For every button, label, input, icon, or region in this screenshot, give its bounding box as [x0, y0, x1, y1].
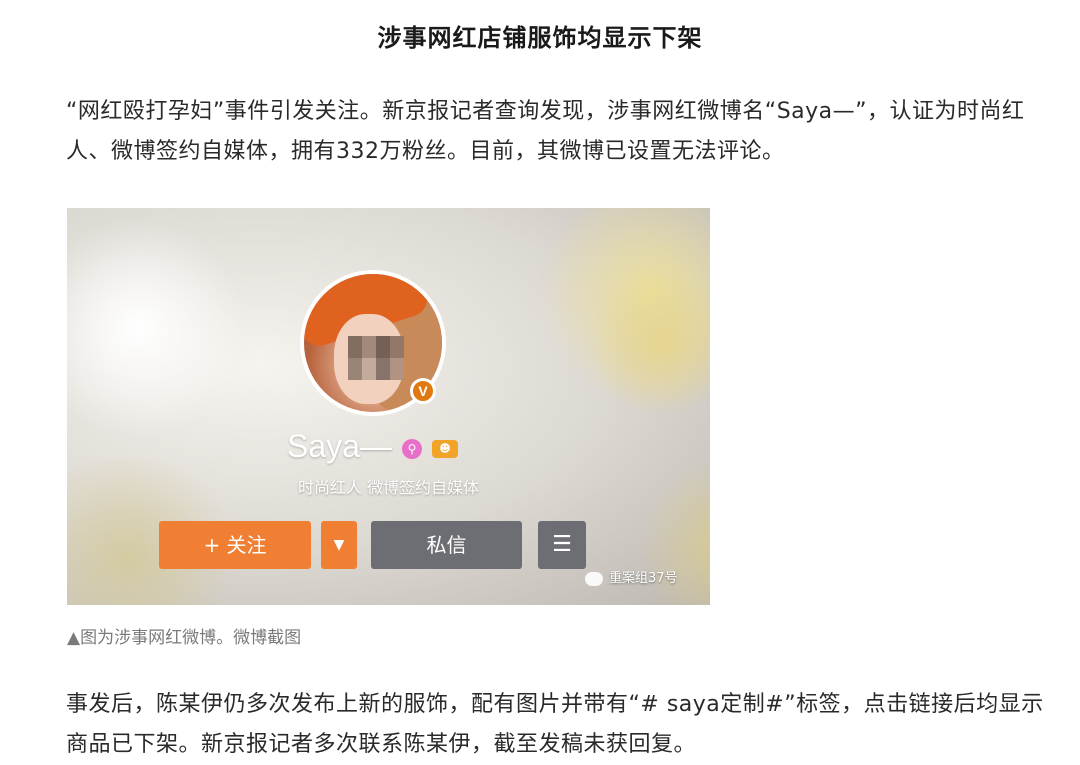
verified-badge-icon: V [410, 378, 436, 404]
article-paragraph-1: “网红殴打孕妇”事件引发关注。新京报记者查询发现，涉事网红微博名“Saya—”，… [66, 99, 1025, 164]
profile-username: Saya— [287, 428, 392, 464]
fan-badge-icon[interactable]: ☻ [432, 440, 458, 458]
wechat-icon [585, 571, 603, 586]
watermark: 重案组37号 [585, 567, 678, 586]
message-button[interactable]: 私信 [371, 521, 522, 569]
watermark-text: 重案组37号 [609, 571, 678, 586]
article-paragraph-2: 事发后，陈某伊仍多次发布上新的服饰，配有图片并带有“# saya定制#”标签，点… [66, 692, 1044, 757]
article-title: 涉事网红店铺服饰均显示下架 [377, 24, 703, 52]
menu-icon[interactable]: ☰ [538, 521, 586, 569]
search-icon[interactable]: ⚲ [402, 439, 422, 459]
verification-text: 时尚红人 微博签约自媒体 [297, 478, 480, 497]
follow-button[interactable]: + 关注 [159, 521, 311, 569]
weibo-profile-screenshot: V Saya— ⚲ ☻ 时尚红人 微博签约自媒体 + 关注 ▼ 私信 ☰ 重案组… [67, 208, 710, 605]
chevron-down-icon[interactable]: ▼ [321, 521, 357, 569]
bokeh-light [67, 218, 247, 438]
face-mosaic [348, 336, 404, 380]
image-caption: ▲图为涉事网红微博。微博截图 [67, 628, 302, 648]
